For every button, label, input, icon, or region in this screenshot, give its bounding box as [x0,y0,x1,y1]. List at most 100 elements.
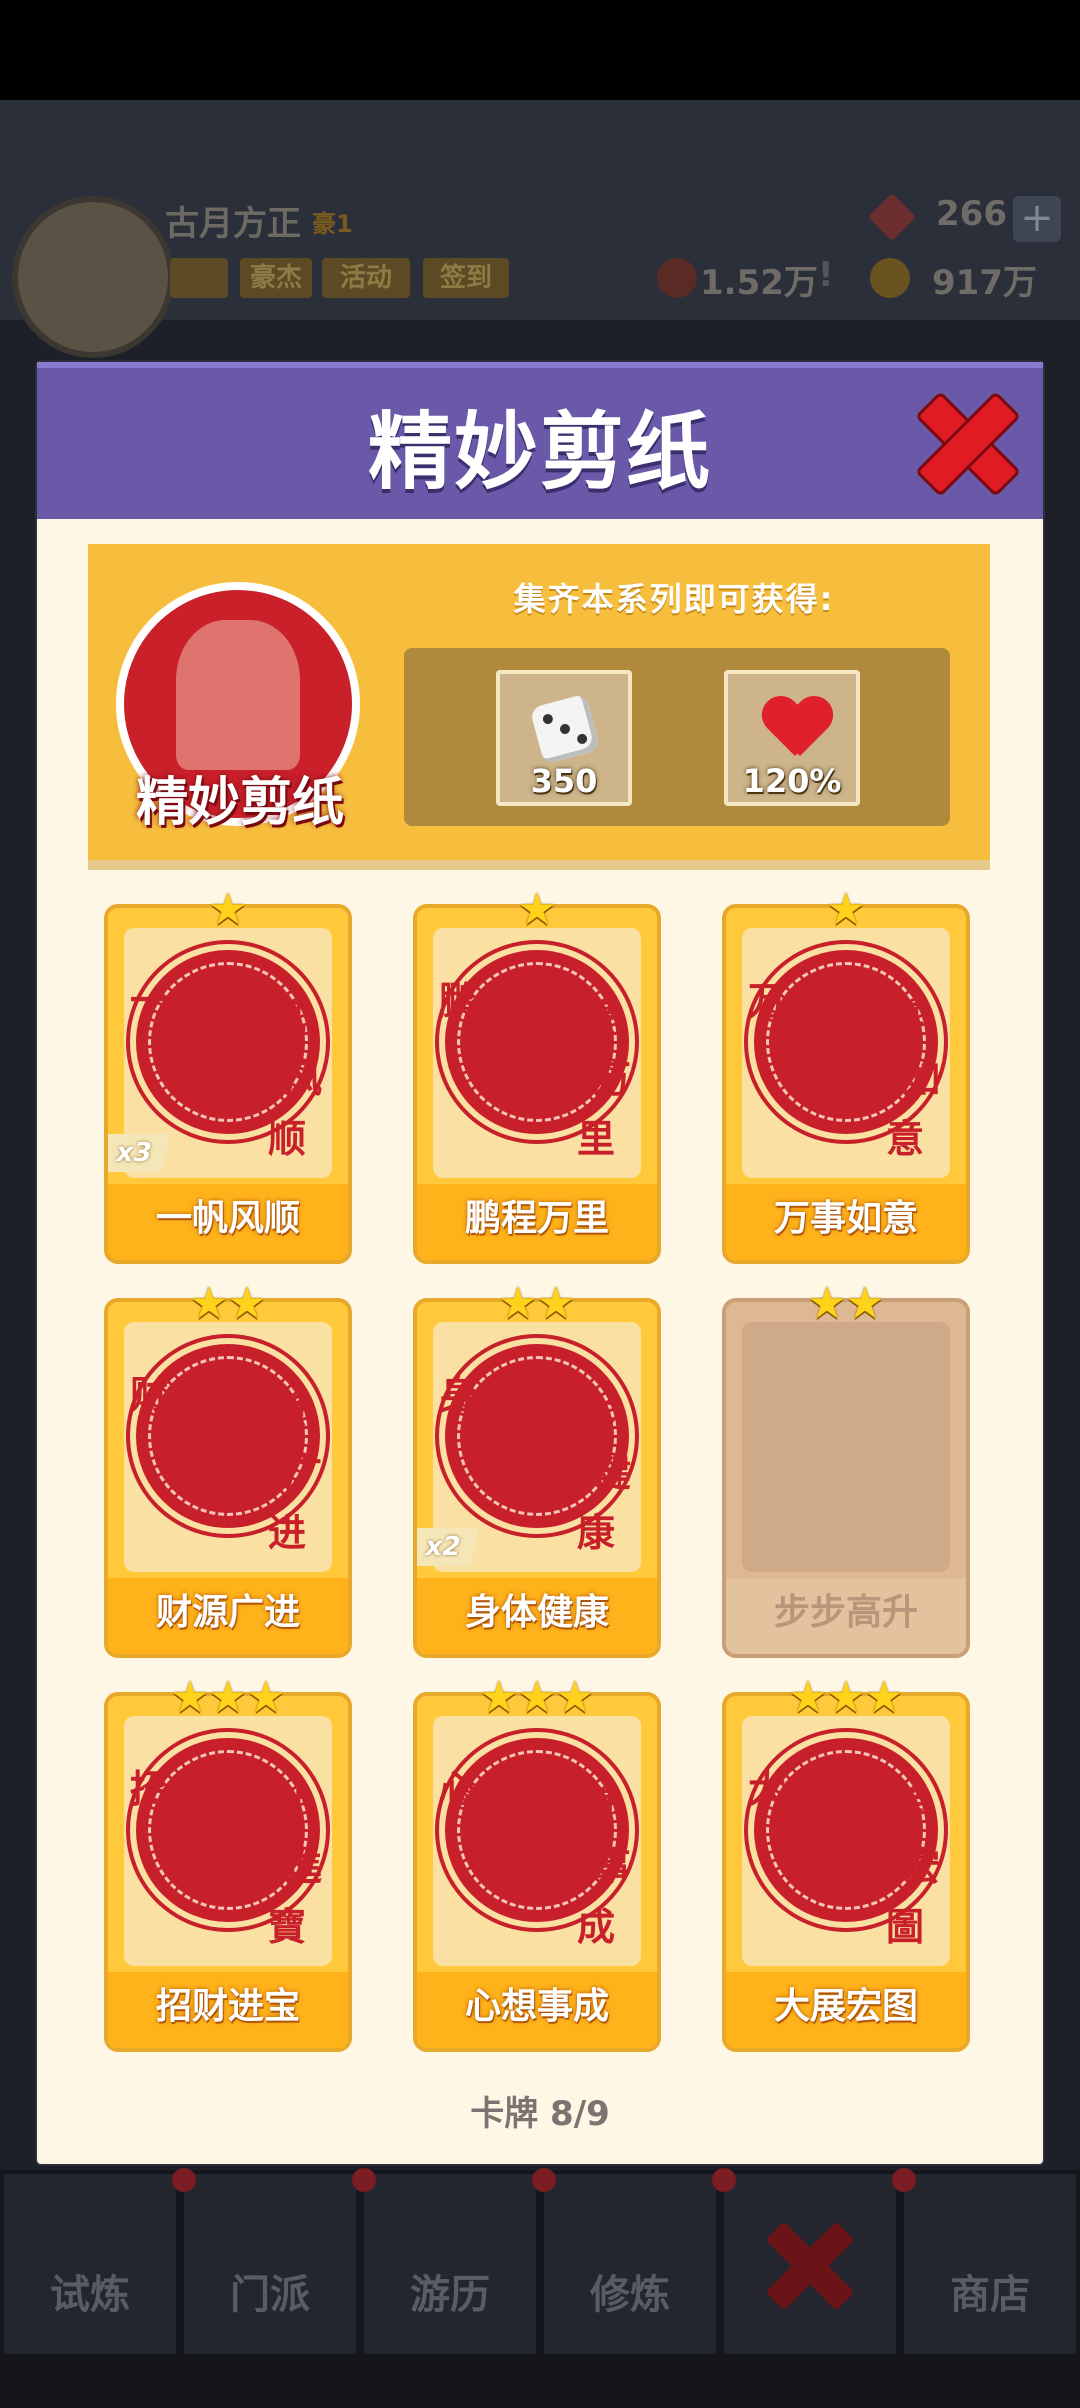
coin-icon [870,258,910,298]
player-rank-badge: 豪1 [312,210,353,238]
reward-value: 350 [530,762,598,800]
star-icon: ★ [517,1672,557,1723]
star-icon: ★ [170,1672,210,1723]
duplicate-count-badge: x2 [417,1528,480,1566]
player-avatar[interactable] [12,196,174,358]
notification-dot [712,2168,736,2192]
nav-label: 修炼 [590,2272,670,2318]
card-6[interactable]: 步步高升 [722,1298,970,1658]
notification-dot [172,2168,196,2192]
papercut-character: 进 [268,1511,307,1555]
reward-value: 120% [742,762,842,800]
heroes-button[interactable]: 豪杰 [240,258,312,298]
papercut-character: 意 [886,1117,925,1161]
nav-label: 游历 [410,2272,490,2318]
card-7[interactable]: 招 财進寶招财进宝 [104,1692,352,2052]
reward-heart[interactable]: 120% [724,670,860,806]
star-icon: ★ [826,1672,866,1723]
papercut-character: 身 [439,1373,478,1417]
papercut-character: 源 [268,1391,307,1435]
star-icon: ★ [845,1278,885,1329]
star-icon: ★ [826,884,866,935]
star-icon: ★ [208,884,248,935]
card-5[interactable]: 身体健康 x2 身体健康 [413,1298,661,1658]
card-name: 财源广进 [108,1578,348,1654]
papercut-figure-icon [176,620,300,770]
papercut-character: 万 [748,979,787,1023]
papercut-character: 心 [439,1767,478,1811]
star-icon: ★ [864,1672,904,1723]
modal-title: 精妙剪纸 [367,403,712,501]
card-name: 万事如意 [726,1184,966,1260]
close-icon[interactable] [915,390,1015,490]
papercut-character: 财 [268,1785,307,1829]
set-name: 精妙剪纸 [135,773,344,833]
card-4[interactable]: 财源广进财源广进 [104,1298,352,1658]
papercut-character: 帆 [268,997,307,1041]
star-icon: ★ [536,1278,576,1329]
papercut-character: 事 [886,997,925,1041]
papercut-character: 宏 [902,1845,941,1889]
add-gems-button[interactable]: + [1013,196,1061,242]
card-2[interactable]: 鹏程万里鹏程万里 [413,904,661,1264]
status-bar [0,0,1080,100]
papercut-character: 程 [577,997,616,1041]
papercut-character: 广 [284,1451,323,1495]
papercut-character: 里 [577,1117,616,1161]
papercut-character: 事 [593,1845,632,1889]
star-icon: ★ [189,1278,229,1329]
notification-dot [532,2168,556,2192]
star-icon: ★ [246,1672,286,1723]
papercut-character: 万 [593,1057,632,1101]
papercut-character: 想 [577,1785,616,1829]
power-value: 1.52万 [700,263,818,303]
papercut-character: 如 [902,1057,941,1101]
nav-label: 商店 [950,2272,1030,2318]
reward-box [404,648,950,826]
card-counter: 卡牌 8/9 [470,2094,610,2134]
notification-dot [892,2168,916,2192]
papercut-character: 展 [886,1785,925,1829]
papercut-character: 康 [577,1511,616,1555]
card-8[interactable]: 心想事成心想事成 [413,1692,661,2052]
card-name: 鹏程万里 [417,1184,657,1260]
papercut-character: 招 [130,1767,169,1811]
heart-icon [762,698,828,758]
star-icon: ★ [555,1672,595,1723]
collect-hint: 集齐本系列即可获得: [513,580,835,618]
papercut-character: 风 [284,1057,323,1101]
card-name: 招财进宝 [108,1972,348,2048]
reward-dice[interactable]: 350 [496,670,632,806]
events-button[interactable]: 活动 [322,258,410,298]
papercut-character: 顺 [268,1117,307,1161]
player-name: 古月方正 [165,204,301,244]
card-9[interactable]: 大 展宏圖大展宏图 [722,1692,970,2052]
gem-count: 266 [936,194,1007,234]
star-icon: ★ [498,1278,538,1329]
dice-icon [529,693,601,765]
papercut-character: 圖 [886,1905,925,1949]
star-icon: ★ [479,1672,519,1723]
mail-icon[interactable] [170,258,228,298]
star-icon: ★ [517,884,557,935]
card-1[interactable]: 一帆风顺 x3 一帆风顺 [104,904,352,1264]
nav-close-icon[interactable] [770,2225,850,2305]
alert-icon[interactable]: ! [818,255,834,295]
card-name: 大展宏图 [726,1972,966,2048]
papercut-character: 财 [130,1373,169,1417]
notification-dot [352,2168,376,2192]
card-3[interactable]: 万事如意万事如意 [722,904,970,1264]
star-icon: ★ [807,1278,847,1329]
papercut-character: 成 [577,1905,616,1949]
duplicate-count-badge: x3 [108,1134,171,1172]
papercut-character: 健 [593,1451,632,1495]
card-art-frame [742,1322,950,1572]
star-icon: ★ [788,1672,828,1723]
signin-button[interactable]: 签到 [423,258,509,298]
papercut-character: 一 [130,979,169,1023]
star-icon: ★ [208,1672,248,1723]
papercut-character: 体 [577,1391,616,1435]
nav-label: 试炼 [50,2272,130,2318]
star-icon: ★ [227,1278,267,1329]
card-name: 步步高升 [726,1578,966,1654]
